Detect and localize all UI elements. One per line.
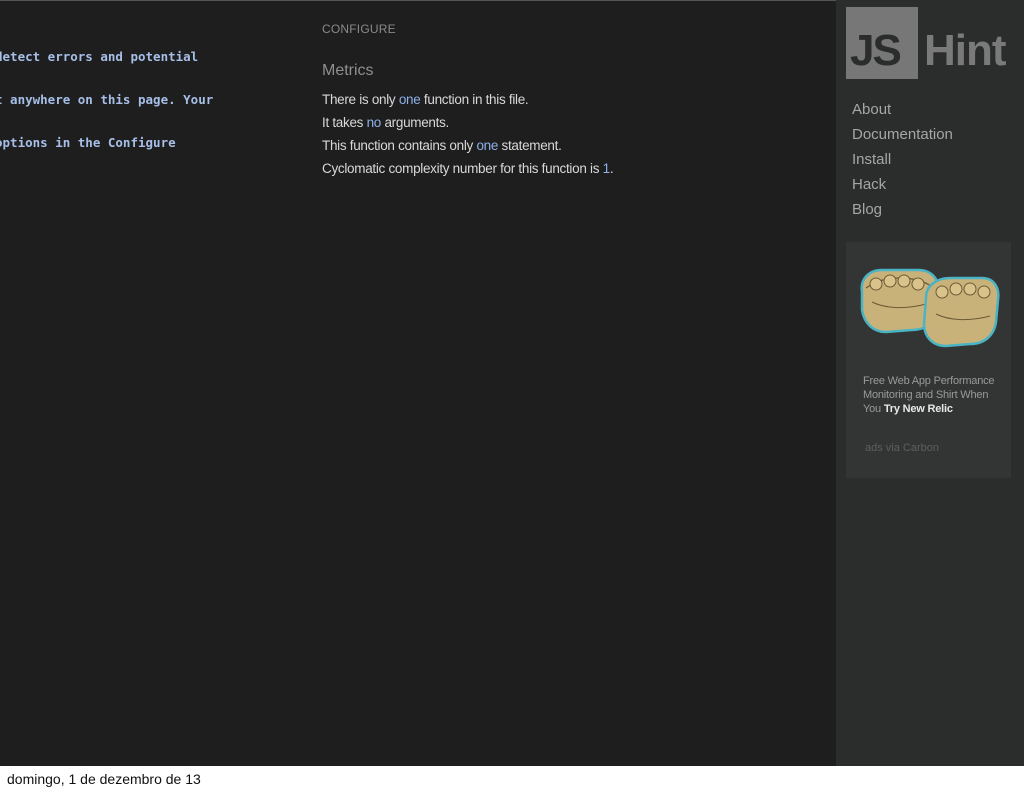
- metric-text: There is only: [322, 92, 399, 107]
- metric-line: This function contains only one statemen…: [322, 138, 562, 153]
- ad-fists-image[interactable]: [856, 262, 1001, 354]
- nav-about[interactable]: About: [852, 101, 891, 118]
- sidebar: JS Hint About Documentation Install Hack…: [836, 0, 1024, 766]
- code-line[interactable]: t anywhere on this page. Your: [0, 92, 213, 107]
- nav-blog[interactable]: Blog: [852, 201, 882, 218]
- metric-text: statement.: [498, 138, 562, 153]
- nav-hack[interactable]: Hack: [852, 176, 886, 193]
- app-screen: detect errors and potential t anywhere o…: [0, 0, 1024, 766]
- metrics-heading: Metrics: [322, 62, 374, 79]
- metric-line: Cyclomatic complexity number for this fu…: [322, 161, 614, 176]
- metric-value: 1: [602, 161, 611, 176]
- configure-link[interactable]: CONFIGURE: [322, 22, 396, 36]
- metric-line: It takes no arguments.: [322, 115, 449, 130]
- metric-text: This function contains only: [322, 138, 477, 153]
- slide-footer-date: domingo, 1 de dezembro de 13: [7, 771, 201, 787]
- metric-text: function in this file.: [420, 92, 529, 107]
- metric-text: Cyclomatic complexity number for this fu…: [322, 161, 603, 176]
- ads-via-carbon-link[interactable]: ads via Carbon: [865, 442, 939, 454]
- metric-value: one: [476, 138, 499, 153]
- metric-text: arguments.: [381, 115, 449, 130]
- logo-hint-text: Hint: [924, 26, 1007, 75]
- ad-cta[interactable]: Try New Relic: [884, 403, 953, 415]
- nav-install[interactable]: Install: [852, 151, 891, 168]
- metric-line: There is only one function in this file.: [322, 92, 529, 107]
- logo-js-text: JS: [850, 26, 902, 75]
- jshint-logo[interactable]: JS Hint: [846, 7, 1016, 79]
- code-line[interactable]: detect errors and potential: [0, 49, 198, 64]
- right-fist-icon: [922, 276, 1000, 348]
- carbon-ad[interactable]: Free Web App Performance Monitoring and …: [846, 242, 1011, 478]
- metric-value: one: [398, 92, 421, 107]
- metric-text: It takes: [322, 115, 367, 130]
- metrics-report: CONFIGURE Metrics There is only one func…: [322, 22, 614, 176]
- metric-text: .: [609, 161, 614, 176]
- metric-value: no: [366, 115, 382, 130]
- ad-text[interactable]: Free Web App Performance Monitoring and …: [863, 374, 1003, 416]
- nav-documentation[interactable]: Documentation: [852, 126, 953, 143]
- code-line[interactable]: options in the Configure: [0, 135, 176, 150]
